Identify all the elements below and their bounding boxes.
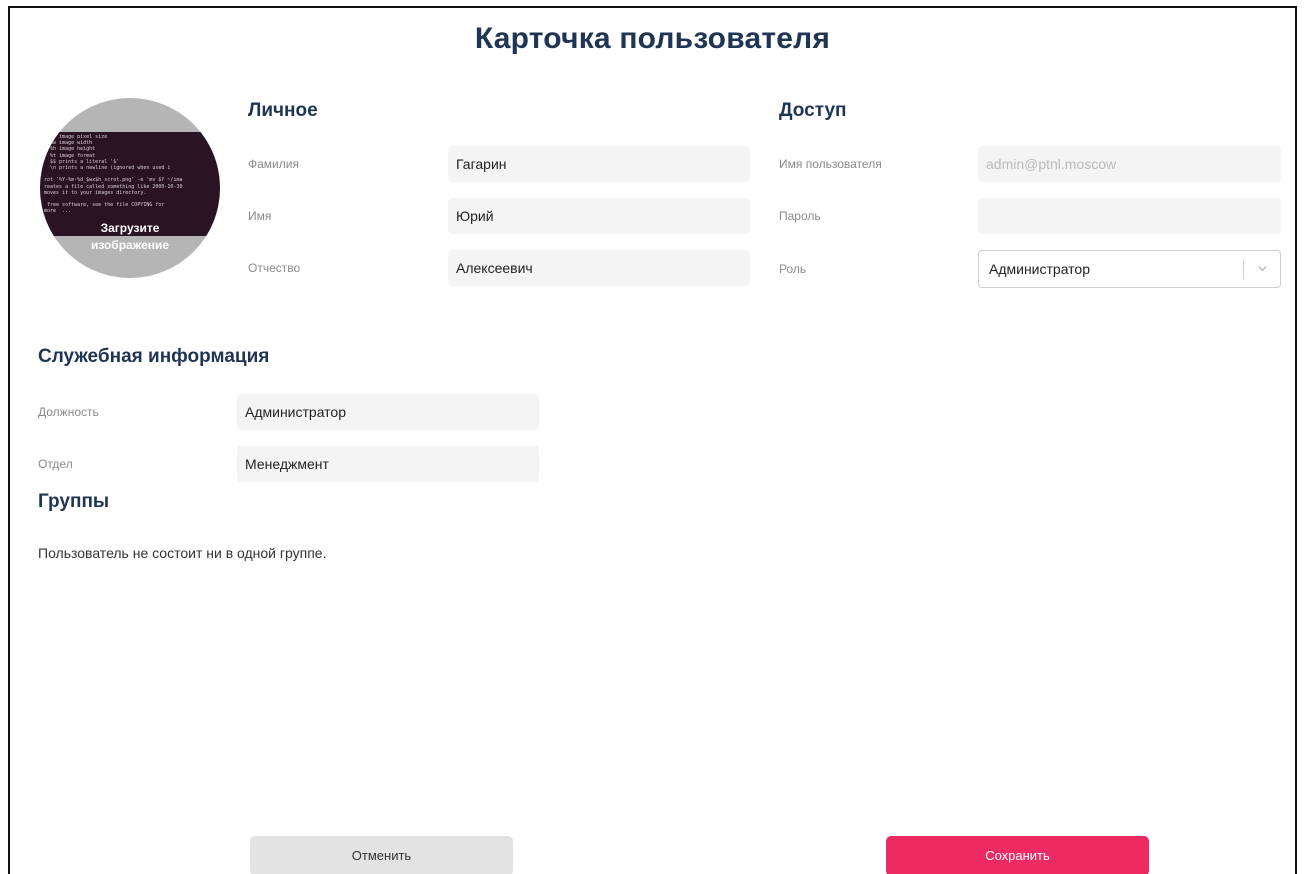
department-field[interactable]: Менеджмент [237,446,539,482]
avatar-caption-line1: Загрузите [100,221,160,235]
cancel-button[interactable]: Отменить [250,836,513,874]
role-label: Роль [779,262,807,276]
middle-name-label: Отчество [248,261,301,275]
last-name-label: Фамилия [248,157,299,171]
avatar-upload[interactable]: % image pixel size %w image width %h ima… [40,98,220,278]
role-select-value: Администратор [989,261,1091,277]
work-section-title: Служебная информация [38,346,270,367]
avatar-upload-caption: Загрузите изображение [40,220,220,254]
chevron-down-icon[interactable] [1258,264,1267,273]
save-button[interactable]: Сохранить [886,836,1149,874]
first-name-field[interactable]: Юрий [448,198,750,234]
username-field[interactable]: admin@ptnl.moscow [978,146,1281,182]
password-field[interactable] [978,198,1281,234]
username-label: Имя пользователя [779,157,882,171]
groups-section-title: Группы [38,491,110,512]
role-select[interactable]: Администратор [978,250,1281,288]
department-label: Отдел [38,457,73,471]
position-label: Должность [38,405,99,419]
last-name-field[interactable]: Гагарин [448,146,750,182]
personal-section-title: Личное [248,100,318,121]
user-card: Карточка пользователя % image pixel size… [8,6,1297,874]
avatar-caption-line2: изображение [90,238,170,252]
first-name-label: Имя [248,209,272,223]
position-field[interactable]: Администратор [237,394,539,430]
select-divider [1243,259,1244,279]
middle-name-field[interactable]: Алексеевич [448,250,750,286]
password-label: Пароль [779,209,821,223]
page-title: Карточка пользователя [474,22,831,55]
groups-empty-text: Пользователь не состоит ни в одной групп… [38,545,327,561]
access-section-title: Доступ [779,100,847,121]
